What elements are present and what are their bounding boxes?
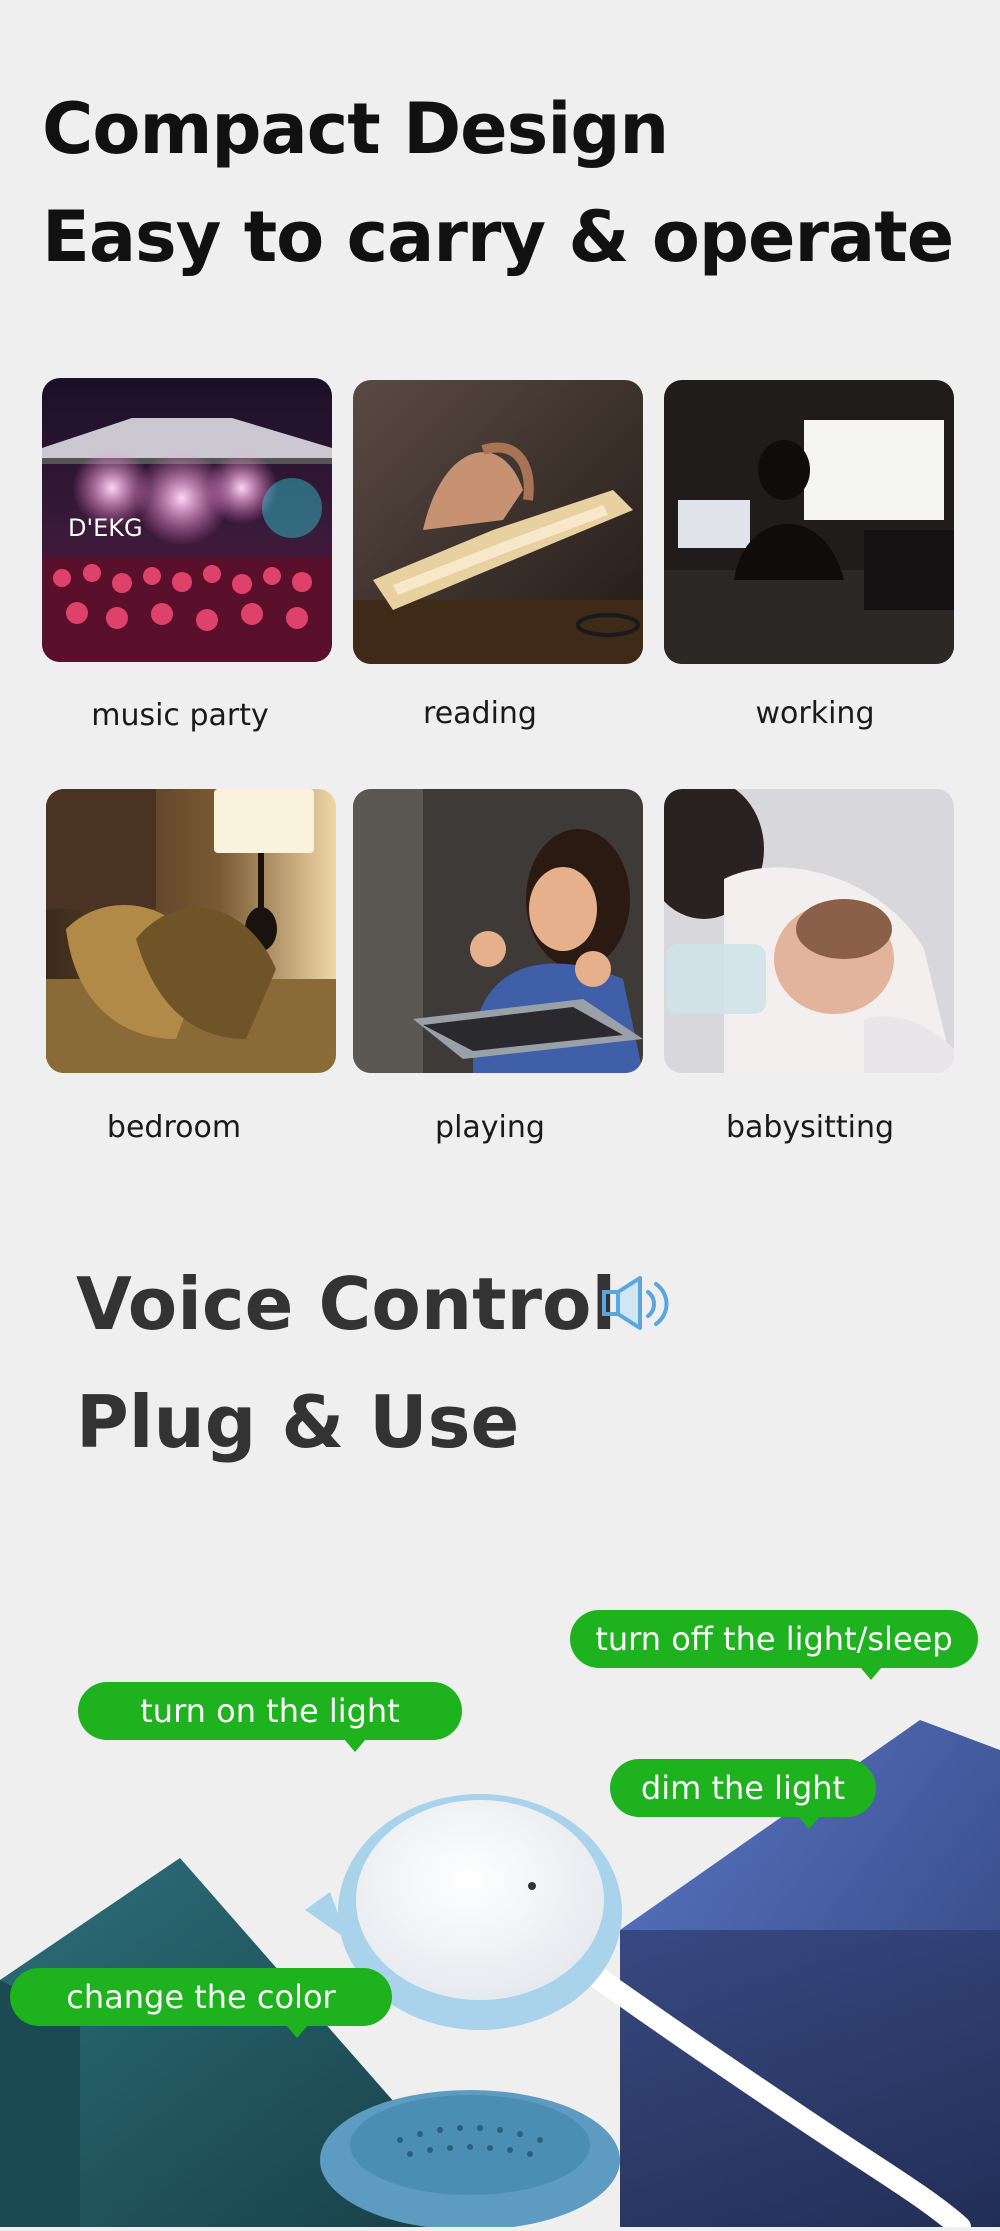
- caption-bedroom: bedroom: [106, 1110, 242, 1145]
- headline-plug-use: Plug & Use: [76, 1380, 520, 1464]
- product-scene: turn off the light/sleep turn on the lig…: [0, 1600, 1000, 2231]
- headline-compact-design: Compact Design: [42, 88, 669, 170]
- caption-music-party: music party: [91, 698, 269, 733]
- command-color-text: change the color: [66, 1978, 336, 2016]
- reading-photo: [353, 380, 643, 664]
- caption-working: working: [755, 696, 875, 731]
- caption-playing: playing: [435, 1110, 545, 1145]
- command-bubble-dim: dim the light: [610, 1759, 876, 1829]
- command-bubble-on: turn on the light: [78, 1682, 462, 1752]
- command-dim-text: dim the light: [640, 1769, 846, 1807]
- music-party-photo: D'EKG: [42, 378, 332, 662]
- playing-photo: [353, 789, 643, 1073]
- headline-voice-control: Voice Control: [76, 1262, 617, 1346]
- concert-sign: D'EKG: [68, 514, 143, 542]
- babysitting-photo: [664, 789, 954, 1073]
- caption-babysitting: babysitting: [725, 1110, 895, 1145]
- command-bubble-sleep: turn off the light/sleep: [570, 1610, 978, 1680]
- working-photo: [664, 380, 954, 664]
- speaker-icon: [600, 1270, 680, 1340]
- bedroom-photo: [46, 789, 336, 1073]
- command-sleep-text: turn off the light/sleep: [595, 1620, 953, 1658]
- command-bubble-color: change the color: [10, 1968, 392, 2038]
- headline-easy-carry: Easy to carry & operate: [42, 196, 954, 278]
- caption-reading: reading: [423, 696, 537, 731]
- command-on-text: turn on the light: [140, 1692, 400, 1730]
